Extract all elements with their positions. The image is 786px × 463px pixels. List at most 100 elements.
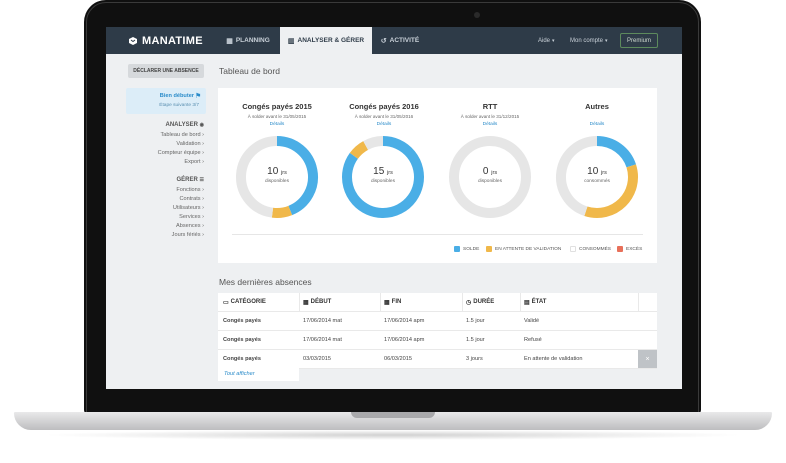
tab-planning-label: PLANNING bbox=[235, 37, 270, 44]
legend-swatch bbox=[617, 246, 623, 252]
donut-segment-consommes bbox=[449, 136, 531, 218]
legend-label: SOLDE bbox=[463, 246, 480, 252]
balance-value: 10 jrs bbox=[267, 166, 287, 177]
sidebar-item-compteur-equipe[interactable]: Compteur équipe › bbox=[158, 150, 204, 156]
legend-divider bbox=[232, 234, 643, 235]
cell-duration: 3 jours bbox=[466, 356, 483, 362]
help-menu[interactable]: Aide ▾ bbox=[538, 27, 555, 54]
balance-card: Congés payés 2015 À solder avant le 31/0… bbox=[218, 88, 657, 263]
donut-segment-solde bbox=[596, 136, 636, 168]
donut-segment-consommes bbox=[363, 136, 384, 150]
legend-swatch bbox=[570, 246, 576, 252]
balance-value: 15 jrs bbox=[373, 166, 393, 177]
flag-icon: ⚑ bbox=[195, 93, 202, 100]
sidebar-item-utilisateurs[interactable]: Utilisateurs › bbox=[173, 205, 204, 211]
brand-logo[interactable]: MANATIME bbox=[128, 34, 203, 48]
document-icon: ▤ bbox=[524, 299, 530, 306]
donut-chart bbox=[236, 136, 318, 218]
sidebar-item-absences[interactable]: Absences › bbox=[176, 223, 204, 229]
sidebar-item-validation[interactable]: Validation › bbox=[176, 141, 204, 147]
calendar-icon: ▦ bbox=[384, 299, 390, 306]
cell-start: 17/06/2014 mat bbox=[303, 318, 342, 324]
column-header-etat[interactable]: ▤ ÉTAT bbox=[524, 293, 546, 311]
show-all-link[interactable]: Tout afficher bbox=[218, 366, 299, 381]
sidebar-heading-gerer-label: GÉRER bbox=[176, 177, 198, 183]
stat-subtitle: À solder avant le 31/12/2015 bbox=[460, 114, 520, 119]
stat-title: Congés payés 2015 bbox=[242, 102, 312, 111]
column-divider bbox=[299, 293, 300, 311]
legend-label: CONSOMMÉS bbox=[579, 246, 611, 252]
absences-title: Mes dernières absences bbox=[219, 277, 312, 287]
legend-item: EXCÈS bbox=[617, 245, 642, 253]
cancel-absence-button[interactable]: × bbox=[638, 350, 657, 368]
sidebar-item-tableau-de-bord[interactable]: Tableau de bord › bbox=[160, 132, 204, 138]
tab-activite[interactable]: ↺ ACTIVITÉ bbox=[376, 27, 424, 54]
table-row[interactable]: Congés payés 17/06/2014 mat 17/06/2014 a… bbox=[218, 331, 657, 350]
help-label: Aide bbox=[538, 37, 551, 44]
details-link[interactable]: Détails bbox=[334, 122, 434, 127]
app-screen: MANATIME ▦ PLANNING ▥ ANALYSER & GÉRER ↺… bbox=[106, 27, 682, 389]
camera-icon bbox=[474, 12, 480, 18]
chevron-down-icon: ▾ bbox=[552, 37, 555, 44]
table-header: ▭ CATÉGORIE ▦ DÉBUT ▦ FIN ◷ DURÉE ▤ ÉTAT bbox=[218, 293, 657, 312]
legend-item: CONSOMMÉS bbox=[570, 245, 611, 253]
account-menu[interactable]: Mon compte ▾ bbox=[570, 27, 608, 54]
sidebar-item-export[interactable]: Export › bbox=[184, 159, 204, 165]
column-header-fin[interactable]: ▦ FIN bbox=[384, 293, 401, 311]
calendar-icon: ▦ bbox=[303, 299, 309, 306]
cell-start: 17/06/2014 mat bbox=[303, 337, 342, 343]
tab-planning[interactable]: ▦ PLANNING bbox=[216, 27, 280, 54]
donut-chart bbox=[449, 136, 531, 218]
details-link[interactable]: Détails bbox=[440, 122, 540, 127]
cell-duration: 1.5 jour bbox=[466, 337, 485, 343]
tab-analyser-gerer[interactable]: ▥ ANALYSER & GÉRER bbox=[280, 27, 372, 54]
sidebar-heading-analyser-label: ANALYSER bbox=[165, 122, 198, 128]
eye-icon: ◉ bbox=[199, 122, 204, 128]
donut-chart bbox=[342, 136, 424, 218]
folder-icon: ▭ bbox=[223, 299, 229, 306]
bar-chart-icon: ▥ bbox=[287, 37, 295, 45]
donut-chart bbox=[556, 136, 638, 218]
calendar-icon: ▦ bbox=[226, 37, 233, 45]
sidebar-item-fonctions[interactable]: Fonctions › bbox=[176, 187, 204, 193]
sliders-icon: ☰ bbox=[199, 177, 204, 183]
clock-icon: ◷ bbox=[466, 299, 472, 306]
cell-status: Refusé bbox=[524, 337, 542, 343]
balance-caption: disponibles bbox=[264, 179, 289, 184]
sidebar-item-jours-feries[interactable]: Jours fériés › bbox=[172, 232, 204, 238]
cell-category: Congés payés bbox=[223, 318, 261, 324]
manatime-logo-icon bbox=[129, 37, 137, 45]
laptop-notch bbox=[351, 412, 435, 418]
sidebar-item-services[interactable]: Services › bbox=[179, 214, 204, 220]
legend-item: EN ATTENTE DE VALIDATION bbox=[486, 245, 561, 253]
brand-name: MANATIME bbox=[142, 35, 203, 47]
cell-category: Congés payés bbox=[223, 337, 261, 343]
column-header-duree[interactable]: ◷ DURÉE bbox=[466, 293, 494, 311]
legend-swatch bbox=[454, 246, 460, 252]
balance-caption: disponibles bbox=[370, 179, 395, 184]
cell-start: 03/03/2015 bbox=[303, 356, 331, 362]
page-title: Tableau de bord bbox=[219, 66, 280, 76]
legend-label: EXCÈS bbox=[626, 246, 643, 252]
chevron-down-icon: ▾ bbox=[605, 37, 608, 44]
balance-value: 0 jrs bbox=[482, 166, 498, 177]
tab-activite-label: ACTIVITÉ bbox=[389, 37, 420, 44]
legend-item: SOLDE bbox=[454, 245, 479, 253]
laptop-shadow bbox=[40, 430, 746, 440]
stat-title: RTT bbox=[482, 102, 498, 111]
cell-duration: 1.5 jour bbox=[466, 318, 485, 324]
column-header-categorie[interactable]: ▭ CATÉGORIE bbox=[223, 293, 266, 311]
getting-started-box[interactable]: Bien débuter ⚑ Étape suivante 3/7 bbox=[126, 88, 206, 114]
sidebar-item-contrats[interactable]: Contrats › bbox=[179, 196, 204, 202]
column-header-debut[interactable]: ▦ DÉBUT bbox=[303, 293, 331, 311]
cell-status: Validé bbox=[524, 318, 540, 324]
cell-end: 06/03/2015 bbox=[384, 356, 412, 362]
sidebar-heading-analyser: ANALYSER ◉ bbox=[166, 122, 205, 128]
details-link[interactable]: Détails bbox=[227, 122, 327, 127]
column-divider bbox=[638, 293, 639, 311]
cell-status: En attente de validation bbox=[524, 356, 583, 362]
premium-button[interactable]: Premium bbox=[620, 33, 658, 48]
declare-absence-button[interactable]: DÉCLARER UNE ABSENCE bbox=[128, 64, 204, 78]
details-link[interactable]: Détails bbox=[547, 122, 647, 127]
table-row[interactable]: Congés payés 17/06/2014 mat 17/06/2014 a… bbox=[218, 312, 657, 331]
